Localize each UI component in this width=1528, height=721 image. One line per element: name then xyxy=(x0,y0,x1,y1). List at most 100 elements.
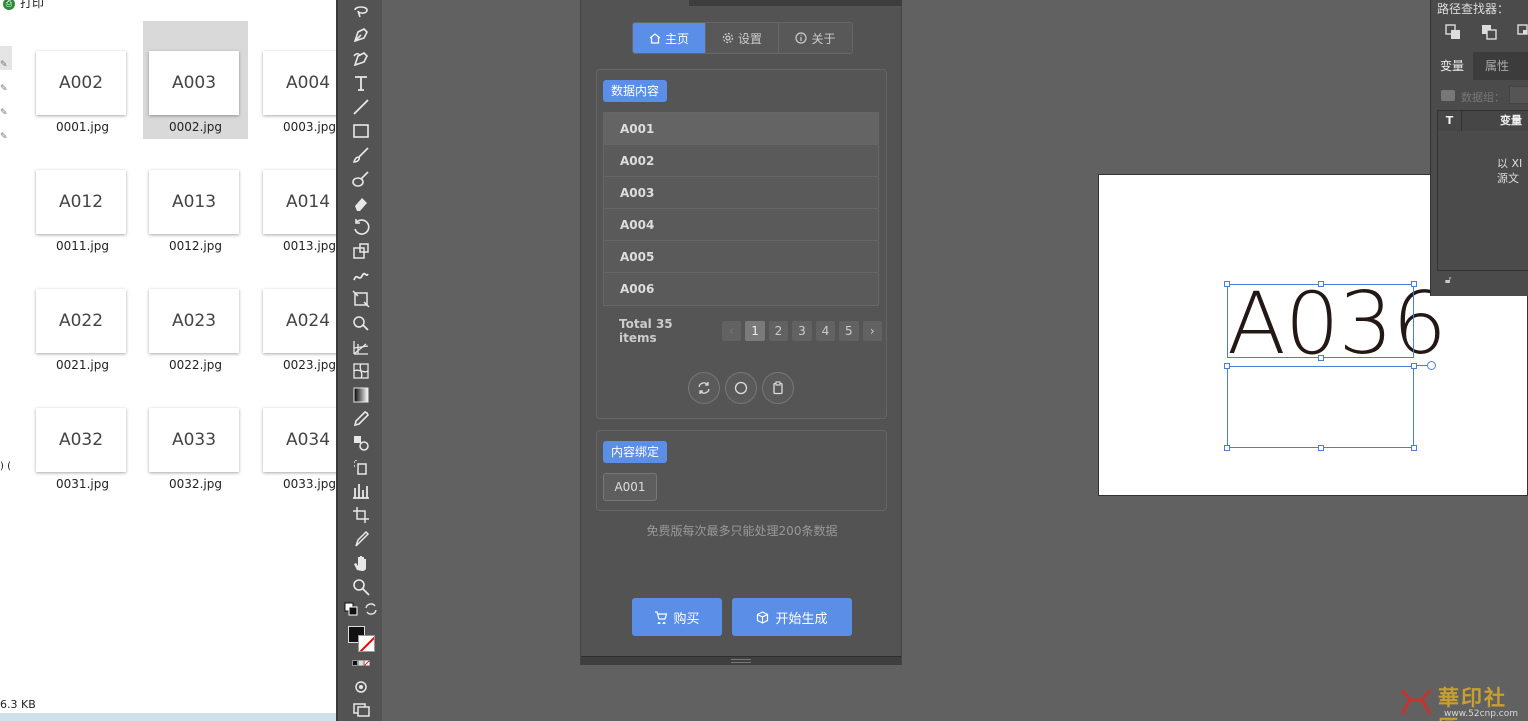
line-icon[interactable] xyxy=(350,96,372,118)
text-frame-box[interactable] xyxy=(1227,366,1414,448)
resize-handle[interactable] xyxy=(1224,445,1230,451)
artboard-icon[interactable] xyxy=(350,504,372,526)
tab-settings[interactable]: 设置 xyxy=(706,23,779,53)
free-transform-icon[interactable] xyxy=(350,288,372,310)
pin-icon[interactable]: ✎ xyxy=(0,132,10,142)
clipboard-icon xyxy=(773,381,783,395)
file-thumbnail[interactable]: A023 0022.jpg xyxy=(143,259,248,377)
column-graph-icon[interactable] xyxy=(350,480,372,502)
resize-handle[interactable] xyxy=(1411,281,1417,287)
buy-button[interactable]: 购买 xyxy=(632,598,722,636)
shaper-icon[interactable] xyxy=(350,168,372,190)
dataset-select[interactable] xyxy=(1509,86,1528,104)
default-colors-icon[interactable] xyxy=(344,602,358,616)
prev-page-button[interactable]: ‹ xyxy=(721,321,742,341)
pin-icon[interactable]: ✎ xyxy=(0,108,10,118)
type-icon[interactable] xyxy=(350,72,372,94)
file-thumbnail[interactable]: A014 0013.jpg xyxy=(257,140,336,258)
text-bounding-box[interactable] xyxy=(1227,284,1414,358)
warp-icon[interactable] xyxy=(350,264,372,286)
refresh-button[interactable] xyxy=(688,372,720,404)
swap-colors-icon[interactable] xyxy=(364,602,378,616)
lock-icon[interactable]: 🔓︎ xyxy=(1445,275,1451,286)
out-port-handle[interactable] xyxy=(1427,361,1436,370)
screen-mode-icon[interactable] xyxy=(350,698,372,720)
thumbnail-image: A013 xyxy=(149,170,239,234)
file-name: 0021.jpg xyxy=(56,358,109,372)
stroke-color-swatch[interactable] xyxy=(358,635,375,652)
start-generate-button[interactable]: 开始生成 xyxy=(732,598,852,636)
slice-icon[interactable] xyxy=(350,528,372,550)
file-thumbnail[interactable]: A002 0001.jpg xyxy=(30,21,135,139)
thumbnail-image: A034 xyxy=(263,408,336,472)
file-thumbnail[interactable]: A033 0032.jpg xyxy=(143,378,248,496)
rectangle-icon[interactable] xyxy=(350,120,372,142)
table-row[interactable]: A002 xyxy=(604,145,878,177)
perspective-grid-icon[interactable] xyxy=(350,336,372,358)
taskbar-strip xyxy=(0,713,336,721)
resize-handle[interactable] xyxy=(1224,281,1230,287)
rotate-icon[interactable] xyxy=(350,216,372,238)
mesh-icon[interactable] xyxy=(350,360,372,382)
page-button-4[interactable]: 4 xyxy=(815,321,836,341)
drawing-mode-icon[interactable] xyxy=(350,676,372,698)
intersect-icon[interactable] xyxy=(1517,24,1528,40)
table-row[interactable]: A001 xyxy=(604,113,878,145)
table-row[interactable]: A006 xyxy=(604,273,878,305)
file-thumbnail[interactable]: A022 0021.jpg xyxy=(30,259,135,377)
file-thumbnail[interactable]: A024 0023.jpg xyxy=(257,259,336,377)
color-mode-icon[interactable] xyxy=(346,656,376,670)
page-button-5[interactable]: 5 xyxy=(839,321,859,341)
next-page-button[interactable]: › xyxy=(862,321,883,341)
tab-about[interactable]: 关于 xyxy=(779,23,852,53)
page-button-1[interactable]: 1 xyxy=(745,321,765,341)
brush-icon[interactable] xyxy=(350,144,372,166)
file-thumbnail[interactable]: A013 0012.jpg xyxy=(143,140,248,258)
pagination: Total 35 items ‹ 1 2 3 4 5 › xyxy=(619,317,886,345)
bound-value-chip[interactable]: A001 xyxy=(603,473,657,501)
pin-icon[interactable]: ✎ xyxy=(0,60,10,70)
resize-handle[interactable] xyxy=(1224,363,1230,369)
file-thumbnail[interactable]: A034 0033.jpg xyxy=(257,378,336,496)
lasso-icon[interactable] xyxy=(350,0,372,22)
symbol-sprayer-icon[interactable] xyxy=(350,456,372,478)
table-row[interactable]: A003 xyxy=(604,177,878,209)
resize-grip[interactable] xyxy=(731,659,751,663)
refresh-icon xyxy=(698,382,710,394)
page-button-2[interactable]: 2 xyxy=(768,321,789,341)
pin-icon[interactable]: ✎ xyxy=(0,84,10,94)
clipboard-button[interactable] xyxy=(762,372,794,404)
file-thumbnail[interactable]: A004 0003.jpg xyxy=(257,21,336,139)
minus-front-icon[interactable] xyxy=(1481,24,1497,40)
gradient-icon[interactable] xyxy=(350,384,372,406)
table-row[interactable]: A005 xyxy=(604,241,878,273)
resize-handle[interactable] xyxy=(1411,445,1417,451)
pen-icon[interactable] xyxy=(350,24,372,46)
resize-handle[interactable] xyxy=(1318,445,1324,451)
zoom-icon[interactable] xyxy=(350,576,372,598)
resize-handle[interactable] xyxy=(1411,363,1417,369)
curvature-pen-icon[interactable] xyxy=(350,48,372,70)
nav-stub-text: ) ( xyxy=(0,461,11,472)
hand-icon[interactable] xyxy=(350,552,372,574)
tab-variables[interactable]: 变量 xyxy=(1431,52,1474,80)
table-row[interactable]: A004 xyxy=(604,209,878,241)
eyedropper-icon[interactable] xyxy=(350,408,372,430)
resize-handle[interactable] xyxy=(1318,355,1324,361)
print-label[interactable]: 打印 xyxy=(20,0,44,9)
cube-icon xyxy=(757,610,769,624)
tab-home[interactable]: 主页 xyxy=(633,23,706,53)
page-button-3[interactable]: 3 xyxy=(792,321,812,341)
eraser-icon[interactable] xyxy=(350,192,372,214)
unite-icon[interactable] xyxy=(1445,24,1461,40)
tab-properties[interactable]: 属性 xyxy=(1476,52,1518,80)
file-thumbnail[interactable]: A003 0002.jpg xyxy=(143,21,248,139)
file-thumbnail[interactable]: A032 0031.jpg xyxy=(30,378,135,496)
resize-handle[interactable] xyxy=(1318,281,1324,287)
scale-icon[interactable] xyxy=(350,240,372,262)
print-icon[interactable]: ⎙ xyxy=(3,0,15,10)
select-button[interactable] xyxy=(725,372,757,404)
file-thumbnail[interactable]: A012 0011.jpg xyxy=(30,140,135,258)
blend-icon[interactable] xyxy=(350,432,372,454)
shape-builder-icon[interactable] xyxy=(350,312,372,334)
